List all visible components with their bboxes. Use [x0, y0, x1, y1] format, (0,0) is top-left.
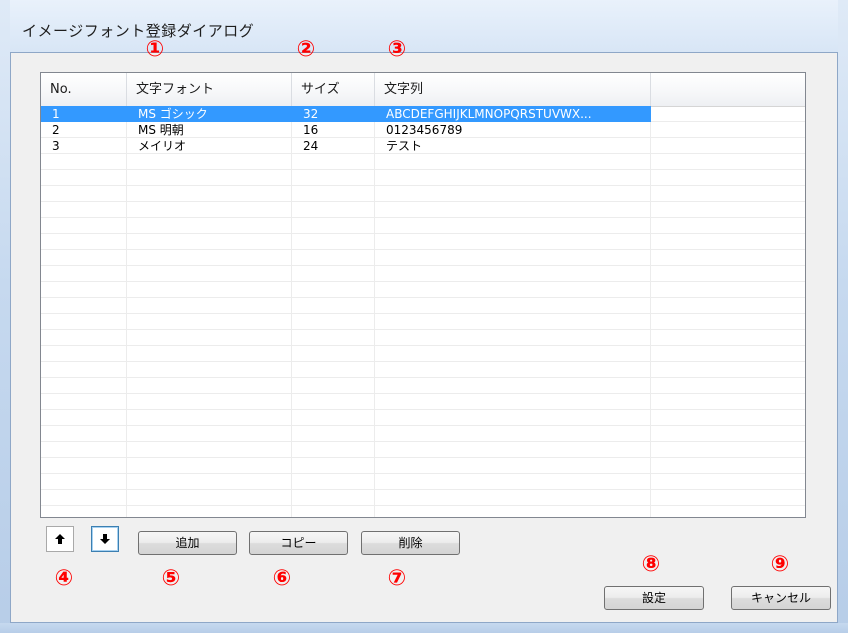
cell-text: ABCDEFGHIJKLMNOPQRSTUVWX... [386, 107, 592, 121]
table-row[interactable]: 2 MS 明朝 16 0123456789 [41, 122, 805, 138]
empty-row [41, 426, 805, 442]
annotation-marker-8: ⑧ [641, 552, 661, 577]
annotation-marker-2: ② [296, 37, 316, 62]
empty-row [41, 506, 805, 517]
empty-row [41, 362, 805, 378]
empty-row [41, 474, 805, 490]
empty-row [41, 410, 805, 426]
cell-no: 3 [52, 139, 60, 153]
cell-size: 24 [303, 139, 319, 153]
cell-size: 32 [303, 107, 319, 121]
cell-no: 1 [52, 107, 60, 121]
annotation-marker-6: ⑥ [272, 566, 292, 591]
empty-row [41, 314, 805, 330]
column-header-size[interactable]: サイズ [292, 73, 375, 106]
cell-font: メイリオ [138, 139, 187, 153]
annotation-marker-7: ⑦ [387, 566, 407, 591]
cell-text: 0123456789 [386, 123, 463, 137]
annotation-marker-5: ⑤ [161, 566, 181, 591]
delete-button[interactable]: 削除 [361, 531, 460, 555]
window-border-bottom [0, 623, 848, 633]
empty-row [41, 394, 805, 410]
empty-row [41, 218, 805, 234]
empty-row [41, 330, 805, 346]
list-body: 1 MS ゴシック 32 ABCDEFGHIJKLMNOPQRSTUVWX...… [41, 106, 805, 517]
window-border-right [838, 0, 848, 633]
empty-row [41, 186, 805, 202]
annotation-marker-1: ① [145, 37, 165, 62]
empty-row [41, 282, 805, 298]
empty-row [41, 154, 805, 170]
list-header: No. 文字フォント サイズ 文字列 [41, 73, 805, 107]
column-header-font[interactable]: 文字フォント [127, 73, 292, 106]
window-title: イメージフォント登録ダイアログ [22, 22, 255, 40]
arrow-down-icon [100, 534, 110, 544]
add-button[interactable]: 追加 [138, 531, 237, 555]
table-row[interactable]: 3 メイリオ 24 テスト [41, 138, 805, 154]
table-row[interactable]: 1 MS ゴシック 32 ABCDEFGHIJKLMNOPQRSTUVWX... [41, 106, 805, 122]
empty-row [41, 458, 805, 474]
ok-button[interactable]: 設定 [604, 586, 704, 610]
empty-row [41, 490, 805, 506]
column-header-no[interactable]: No. [41, 73, 127, 106]
annotation-marker-9: ⑨ [770, 552, 790, 577]
cell-text: テスト [386, 139, 423, 153]
annotation-marker-4: ④ [54, 566, 74, 591]
cell-size: 16 [303, 123, 319, 137]
annotation-marker-3: ③ [387, 37, 407, 62]
cell-font: MS ゴシック [138, 107, 208, 121]
empty-row [41, 378, 805, 394]
cell-font: MS 明朝 [138, 123, 184, 137]
move-up-button[interactable] [46, 526, 74, 552]
empty-row [41, 442, 805, 458]
empty-row [41, 298, 805, 314]
column-header-text[interactable]: 文字列 [375, 73, 651, 106]
copy-button[interactable]: コピー [249, 531, 348, 555]
empty-row [41, 266, 805, 282]
move-down-button[interactable] [91, 526, 119, 552]
window-border-left [0, 0, 10, 633]
empty-row [41, 170, 805, 186]
font-list-view[interactable]: No. 文字フォント サイズ 文字列 1 MS ゴシック 32 ABCDEFGH… [40, 72, 806, 518]
arrow-up-icon [55, 534, 65, 544]
empty-row [41, 346, 805, 362]
empty-row [41, 250, 805, 266]
empty-row [41, 202, 805, 218]
cell-no: 2 [52, 123, 60, 137]
column-header-filler [651, 73, 805, 106]
cancel-button[interactable]: キャンセル [731, 586, 831, 610]
empty-row [41, 234, 805, 250]
